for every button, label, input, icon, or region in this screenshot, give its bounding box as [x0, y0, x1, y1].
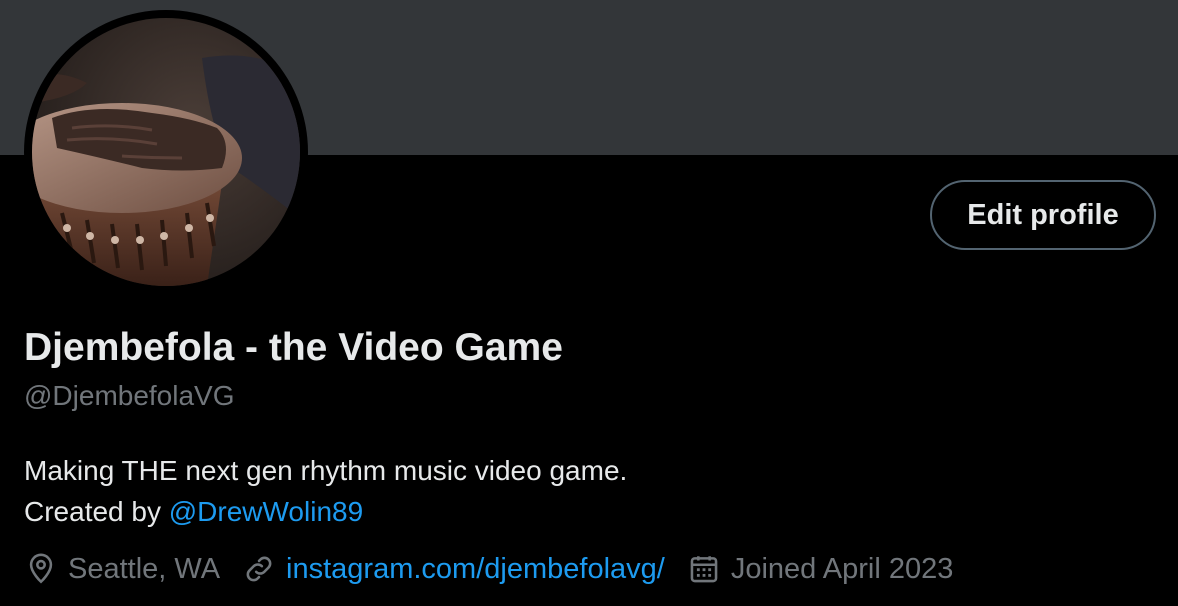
display-name: Djembefola - the Video Game [24, 326, 563, 369]
location-item: Seattle, WA [24, 552, 220, 586]
calendar-icon [690, 556, 718, 583]
joined-text: Joined April 2023 [730, 552, 954, 585]
joined-item: Joined April 2023 [687, 552, 954, 586]
bio-created-by-text: Created by [24, 496, 169, 527]
location-text: Seattle, WA [68, 552, 221, 585]
link-icon [246, 556, 272, 582]
profile-avatar[interactable] [24, 10, 308, 294]
profile-handle: @DjembefolaVG [24, 380, 235, 411]
edit-profile-button[interactable]: Edit profile [930, 180, 1156, 250]
profile-meta: Seattle, WA instagram.com/djembefolavg/ … [24, 552, 975, 586]
mention-link[interactable]: @DrewWolin89 [169, 496, 363, 527]
bio-line: Making THE next gen rhythm music video g… [24, 455, 628, 486]
bio-line-created-by: Created by @DrewWolin89 [24, 491, 627, 532]
website-item: instagram.com/djembefolavg/ [242, 552, 665, 586]
profile-bio: Making THE next gen rhythm music video g… [24, 450, 627, 532]
avatar-photo-djembe [32, 18, 300, 286]
location-pin-icon [29, 553, 53, 584]
website-link[interactable]: instagram.com/djembefolavg/ [286, 553, 665, 586]
